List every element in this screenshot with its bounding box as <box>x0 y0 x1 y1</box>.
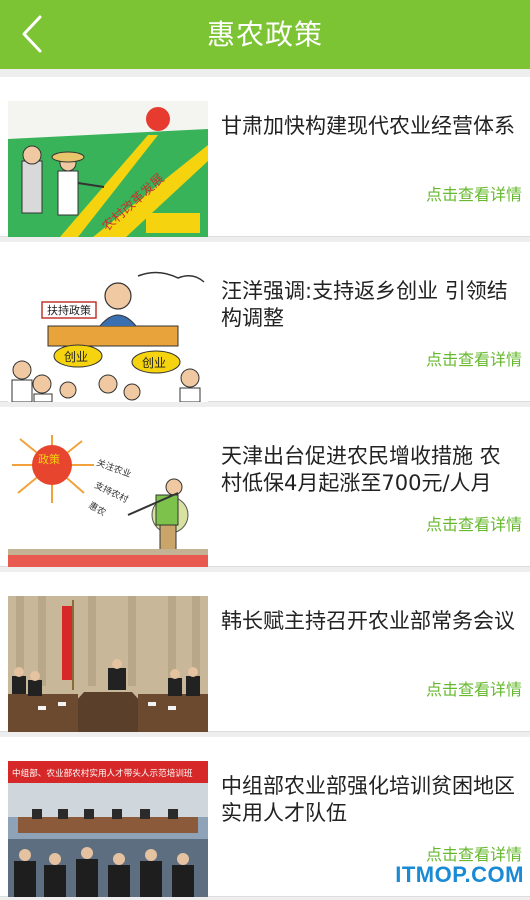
article-title: 甘肃加快构建现代农业经营体系 <box>221 114 515 138</box>
view-details-link[interactable]: 点击查看详情 <box>426 181 522 205</box>
article-image-policy-sun-cartoon: 政策 关注农业 支持农村 惠农 <box>8 431 208 567</box>
article-title: 汪洋强调:支持返乡创业 引领结构调整 <box>221 279 508 330</box>
entrepreneurship-cartoon-image: 扶持政策 创业 创业 <box>8 266 208 402</box>
article-image-entrepreneurship-cartoon: 扶持政策 创业 创业 <box>8 266 208 402</box>
image-banner-text: 中组部、农业部农村实用人才带头人示范培训班 <box>12 767 193 779</box>
list-item[interactable]: 扶持政策 创业 创业 汪洋强调:支持返乡创业 引领结构调整 点击查看详情 <box>0 242 530 402</box>
policy-sun-cartoon-image: 政策 关注农业 支持农村 惠农 <box>8 431 208 567</box>
article-image-training-photo: 中组部、农业部农村实用人才带头人示范培训班 <box>8 761 208 897</box>
article-image-farmers-cartoon: 农村改革发展 <box>8 101 208 237</box>
view-details-link[interactable]: 点击查看详情 <box>426 676 522 700</box>
page-title: 惠农政策 <box>206 18 323 51</box>
image-label-startup-1: 创业 <box>64 350 88 364</box>
view-details-link[interactable]: 点击查看详情 <box>426 511 522 535</box>
image-label-policy: 政策 <box>38 452 60 466</box>
image-label-startup-2: 创业 <box>142 356 166 370</box>
list-item[interactable]: 农村改革发展 甘肃加快构建现代农业经营体系 点击查看详情 <box>0 77 530 237</box>
list-item[interactable]: 政策 关注农业 支持农村 惠农 天津出台促进农民增收措施 农村低保4月起涨至70… <box>0 407 530 567</box>
article-title: 中组部农业部强化培训贫困地区实用人才队伍 <box>221 774 515 825</box>
farmers-cartoon-image: 农村改革发展 <box>8 101 208 237</box>
article-title: 韩长赋主持召开农业部常务会议 <box>221 609 515 633</box>
watermark: ITMOP.COM <box>395 862 524 887</box>
article-image-meeting-photo <box>8 596 208 732</box>
view-details-link[interactable]: 点击查看详情 <box>426 346 522 370</box>
meeting-photo-image <box>8 596 208 732</box>
article-title: 天津出台促进农民增收措施 农村低保4月起涨至700元/人月 <box>221 444 501 495</box>
image-label-support-policy: 扶持政策 <box>47 303 91 317</box>
top-bar: 惠农政策 <box>0 0 530 69</box>
app-screen: 惠农政策 农村改革发展 甘肃加快构建现代农业经营体系 点击查看详情 扶持政策 创… <box>0 0 530 900</box>
training-photo-image: 中组部、农业部农村实用人才带头人示范培训班 <box>8 761 208 897</box>
list-item[interactable]: 韩长赋主持召开农业部常务会议 点击查看详情 <box>0 572 530 732</box>
